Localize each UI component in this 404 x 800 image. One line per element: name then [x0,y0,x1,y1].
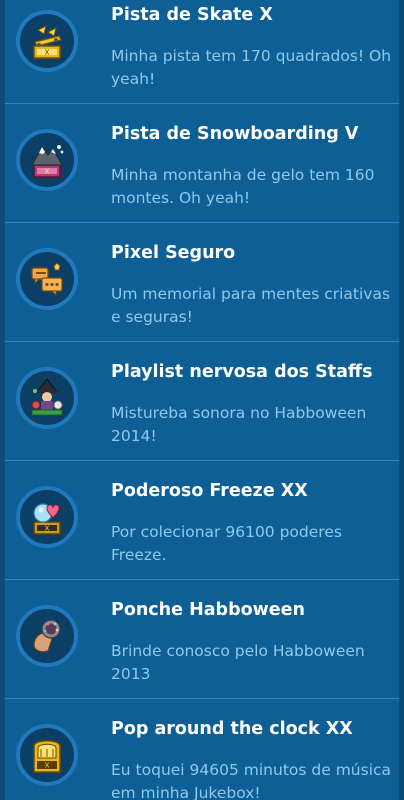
snow-mountain-trophy-icon: X [30,145,64,178]
svg-text:X: X [45,762,50,770]
achievement-description: Por colecionar 96100 poderes Freeze. [111,523,342,564]
right-edge [399,0,404,800]
achievement-title: Pista de Snowboarding V [111,124,359,144]
freeze-heart-trophy-icon: X [33,503,61,535]
list-item[interactable]: Pixel Seguro Um memorial para mentes cri… [0,223,404,342]
punch-glass-icon [33,619,61,653]
achievement-badge: X [16,724,78,786]
list-item[interactable]: Ponche Habboween Brinde conosco pelo Hab… [0,580,404,699]
svg-text:X: X [45,49,50,57]
list-item[interactable]: X Pop around the clock XX Eu toquei 9460… [0,699,404,800]
list-item[interactable]: Playlist nervosa dos Staffs Mistureba so… [0,342,404,461]
achievement-title: Playlist nervosa dos Staffs [111,362,373,382]
achievement-description: Brinde conosco pelo Habboween 2013 [111,642,365,683]
svg-text:X: X [45,525,50,533]
list-item[interactable]: X Pista de Snowboarding V Minha montanha… [0,104,404,223]
achievement-title: Ponche Habboween [111,600,305,620]
chat-bubbles-icon [31,262,63,297]
achievement-badge [16,605,78,667]
left-edge [0,0,5,800]
achievement-title: Poderoso Freeze XX [111,481,308,501]
achievement-title: Pop around the clock XX [111,719,353,739]
achievement-description: Mistureba sonora no Habboween 2014! [111,404,367,445]
achievement-badge: X [16,129,78,191]
achievement-description: Um memorial para mentes criativas e segu… [111,285,391,326]
svg-text:X: X [45,168,50,176]
achievement-description: Eu toquei 94605 minutos de música em min… [111,761,392,800]
achievement-badge [16,367,78,429]
gold-skate-trophy-icon: X [33,25,62,59]
achievement-description: Minha pista tem 170 quadrados! Oh yeah! [111,47,392,88]
achievement-badge [16,248,78,310]
witch-cauldron-icon [31,378,63,416]
achievement-description: Minha montanha de gelo tem 160 montes. O… [111,166,375,207]
list-item[interactable]: X Poderoso Freeze XX Por colecionar 9610… [0,461,404,580]
gold-jukebox-trophy-icon: X [33,740,61,773]
achievement-badge: X [16,486,78,548]
achievement-badge: X [16,10,78,72]
achievement-title: Pista de Skate X [111,5,273,25]
achievements-screen: X Pista de Skate X Minha pista tem 170 q… [0,0,404,800]
list-item[interactable]: X Pista de Skate X Minha pista tem 170 q… [0,0,404,104]
achievement-title: Pixel Seguro [111,243,236,263]
achievement-list[interactable]: X Pista de Skate X Minha pista tem 170 q… [0,0,404,800]
